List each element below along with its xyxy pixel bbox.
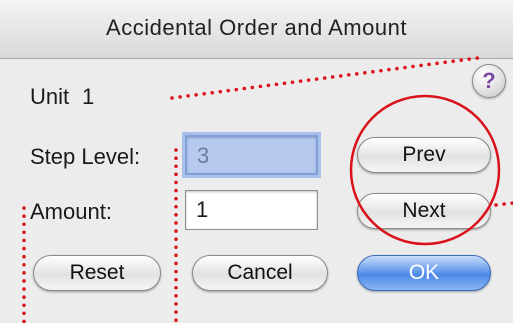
annotation-dotted-line-next [494,201,513,207]
annotation-overlay [22,56,513,323]
annotation-dotted-line-unit [170,56,480,100]
annotation-circle [349,94,501,246]
